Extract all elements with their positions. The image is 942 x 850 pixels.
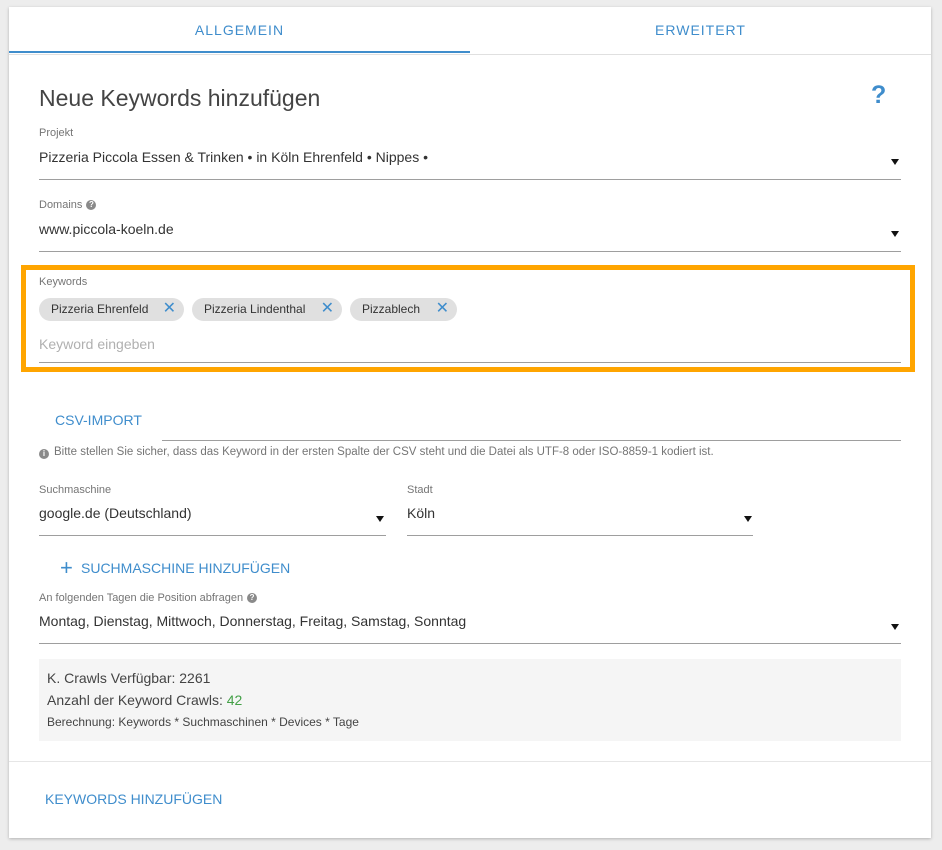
keyword-input[interactable]: Keyword eingeben bbox=[39, 336, 155, 352]
csv-file-underline[interactable] bbox=[162, 440, 901, 441]
stadt-underline bbox=[407, 535, 753, 536]
keyword-chip-label: Pizzeria Lindenthal bbox=[204, 302, 306, 316]
projekt-underline bbox=[39, 179, 901, 180]
tab-allgemein[interactable]: ALLGEMEIN bbox=[9, 7, 470, 55]
keywords-label: Keywords bbox=[39, 276, 88, 288]
csv-info-text: i Bitte stellen Sie sicher, dass das Keyw… bbox=[39, 446, 714, 459]
tab-erweitert[interactable]: ERWEITERT bbox=[470, 7, 931, 55]
page-title: Neue Keywords hinzufügen bbox=[39, 85, 321, 111]
add-search-engine-button[interactable]: SUCHMASCHINE HINZUFÜGEN bbox=[81, 560, 290, 576]
info-icon: i bbox=[39, 449, 49, 459]
domains-underline bbox=[39, 251, 901, 252]
crawl-count-label: Anzahl der Keyword Crawls: bbox=[47, 692, 223, 708]
keyword-chip: Pizzeria Ehrenfeld ✕ bbox=[39, 298, 184, 321]
suchmaschine-label: Suchmaschine bbox=[39, 484, 112, 496]
projekt-label: Projekt bbox=[39, 127, 74, 139]
suchmaschine-select-value[interactable]: google.de (Deutschland) bbox=[39, 505, 192, 521]
domains-label: Domains? bbox=[39, 199, 97, 211]
projekt-select-value[interactable]: Pizzeria Piccola Essen & Trinken • in Kö… bbox=[39, 149, 428, 165]
crawl-formula-text: Berechnung: Keywords * Suchmaschinen * D… bbox=[47, 715, 359, 729]
plus-icon[interactable]: + bbox=[60, 557, 73, 579]
domains-select-value[interactable]: www.piccola-koeln.de bbox=[39, 221, 174, 237]
suchmaschine-underline bbox=[39, 535, 386, 536]
submit-keywords-button[interactable]: KEYWORDS HINZUFÜGEN bbox=[45, 791, 222, 807]
help-icon[interactable]: ? bbox=[871, 81, 886, 110]
keyword-input-underline bbox=[39, 362, 901, 363]
active-tab-indicator bbox=[9, 51, 470, 53]
stadt-select-value[interactable]: Köln bbox=[407, 505, 435, 521]
chip-remove-icon[interactable]: ✕ bbox=[321, 298, 334, 320]
stadt-dropdown-caret-icon[interactable] bbox=[744, 516, 752, 522]
csv-import-button[interactable]: CSV-IMPORT bbox=[55, 412, 142, 428]
crawl-count-value: 42 bbox=[226, 692, 243, 708]
crawls-available-text: K. Crawls Verfügbar: 2261 bbox=[47, 670, 211, 686]
footer-divider bbox=[9, 761, 931, 762]
crawl-count-line: Anzahl der Keyword Crawls: 42 bbox=[47, 692, 242, 708]
suchmaschine-dropdown-caret-icon[interactable] bbox=[376, 516, 384, 522]
tage-help-icon[interactable]: ? bbox=[247, 593, 258, 603]
csv-info-message: Bitte stellen Sie sicher, dass das Keywo… bbox=[54, 446, 714, 458]
keyword-chip-label: Pizzeria Ehrenfeld bbox=[51, 302, 149, 316]
projekt-dropdown-caret-icon[interactable] bbox=[891, 159, 899, 165]
domains-dropdown-caret-icon[interactable] bbox=[891, 231, 899, 237]
keyword-chip: Pizzeria Lindenthal ✕ bbox=[192, 298, 342, 321]
keyword-chip-label: Pizzablech bbox=[362, 302, 421, 316]
keyword-chip: Pizzablech ✕ bbox=[350, 298, 457, 321]
tage-underline bbox=[39, 643, 901, 644]
chip-remove-icon[interactable]: ✕ bbox=[163, 298, 176, 320]
tage-dropdown-caret-icon[interactable] bbox=[891, 624, 899, 630]
stadt-label: Stadt bbox=[407, 484, 433, 496]
tage-label: An folgenden Tagen die Position abfragen… bbox=[39, 592, 258, 604]
chip-remove-icon[interactable]: ✕ bbox=[436, 298, 449, 320]
dialog-card: ALLGEMEIN ERWEITERT Neue Keywords hinzuf… bbox=[9, 7, 931, 838]
domains-help-icon[interactable]: ? bbox=[86, 200, 97, 210]
tage-label-text: An folgenden Tagen die Position abfragen bbox=[39, 592, 244, 604]
crawl-info-box: K. Crawls Verfügbar: 2261 Anzahl der Key… bbox=[39, 659, 901, 741]
domains-label-text: Domains bbox=[39, 199, 83, 211]
tab-bar: ALLGEMEIN ERWEITERT bbox=[9, 7, 931, 55]
tage-select-value[interactable]: Montag, Dienstag, Mittwoch, Donnerstag, … bbox=[39, 613, 466, 629]
